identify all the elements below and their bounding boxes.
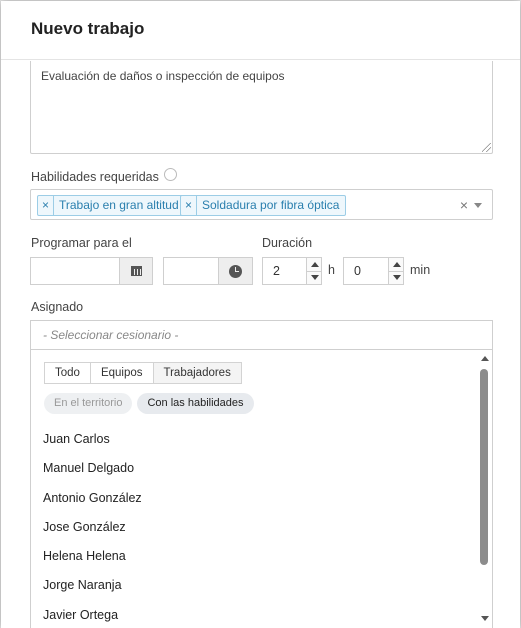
skill-tag: × Soldadura por fibra óptica — [180, 195, 347, 216]
list-item[interactable]: Helena Helena — [43, 542, 142, 571]
minutes-input[interactable]: 0 — [343, 257, 389, 285]
list-item[interactable]: Juan Carlos — [43, 425, 142, 454]
date-picker-button[interactable] — [119, 257, 153, 285]
tab-teams[interactable]: Equipos — [89, 362, 154, 384]
assignee-filters: En el territorio Con las habilidades — [44, 393, 254, 414]
dialog-title: Nuevo trabajo — [31, 19, 145, 38]
scroll-thumb[interactable] — [480, 369, 488, 565]
decrement-icon[interactable] — [393, 275, 401, 280]
assignee-label: Asignado — [31, 300, 84, 314]
list-item[interactable]: Javier Ortega — [43, 601, 142, 628]
resize-handle[interactable] — [482, 143, 491, 152]
skill-tag: × Trabajo en gran altitud — [37, 195, 186, 216]
clear-skills-button[interactable]: × — [460, 197, 468, 213]
clock-icon — [229, 264, 242, 278]
tab-all[interactable]: Todo — [44, 362, 91, 384]
increment-icon[interactable] — [311, 262, 319, 267]
hours-stepper[interactable] — [306, 257, 322, 285]
scroll-up-icon[interactable] — [481, 356, 489, 361]
assignee-tabs: Todo Equipos Trabajadores — [44, 362, 242, 384]
assignee-dropdown: Todo Equipos Trabajadores En el territor… — [30, 350, 493, 628]
dropdown-scrollbar[interactable] — [478, 350, 492, 628]
list-item[interactable]: Manuel Delgado — [43, 454, 142, 483]
calendar-icon — [130, 266, 142, 276]
new-job-dialog: Nuevo trabajo Evaluación de daños o insp… — [1, 1, 520, 628]
stepper-divider — [389, 271, 403, 272]
description-textarea[interactable]: Evaluación de daños o inspección de equi… — [30, 61, 493, 154]
skill-tag-label: Trabajo en gran altitud — [59, 198, 179, 212]
assignee-select[interactable]: - Seleccionar cesionario - — [30, 320, 493, 350]
tab-workers[interactable]: Trabajadores — [152, 362, 242, 384]
minutes-stepper[interactable] — [388, 257, 404, 285]
dialog-header: Nuevo trabajo — [1, 1, 520, 60]
description-text: Evaluación de daños o inspección de equi… — [41, 69, 285, 83]
assignee-placeholder: - Seleccionar cesionario - — [43, 328, 179, 342]
hours-unit: h — [328, 263, 335, 277]
list-item[interactable]: Jorge Naranja — [43, 571, 142, 600]
scroll-down-icon[interactable] — [481, 616, 489, 621]
stepper-divider — [307, 271, 321, 272]
increment-icon[interactable] — [393, 262, 401, 267]
remove-tag-button[interactable]: × — [181, 196, 197, 215]
filter-in-territory[interactable]: En el territorio — [44, 393, 133, 414]
filter-with-skills[interactable]: Con las habilidades — [137, 393, 254, 414]
list-item[interactable]: Jose González — [43, 513, 142, 542]
chevron-down-icon[interactable] — [474, 203, 482, 208]
skills-label: Habilidades requeridas — [31, 170, 159, 184]
time-input[interactable] — [163, 257, 219, 285]
duration-label: Duración — [262, 236, 313, 250]
time-picker-button[interactable] — [218, 257, 253, 285]
list-item[interactable]: Antonio González — [43, 484, 142, 513]
date-input[interactable] — [30, 257, 120, 285]
skills-multiselect[interactable]: × Trabajo en gran altitud × Soldadura por … — [30, 189, 493, 220]
hours-input[interactable]: 2 — [262, 257, 308, 285]
schedule-label: Programar para el — [31, 236, 132, 250]
skills-label-row: Habilidades requeridas — [31, 168, 178, 184]
skill-tag-label: Soldadura por fibra óptica — [202, 198, 340, 212]
minutes-unit: min — [410, 263, 431, 277]
decrement-icon[interactable] — [311, 275, 319, 280]
info-icon[interactable] — [164, 168, 178, 181]
people-list: Juan Carlos Manuel Delgado Antonio Gonzá… — [43, 425, 142, 628]
remove-tag-button[interactable]: × — [38, 196, 54, 215]
